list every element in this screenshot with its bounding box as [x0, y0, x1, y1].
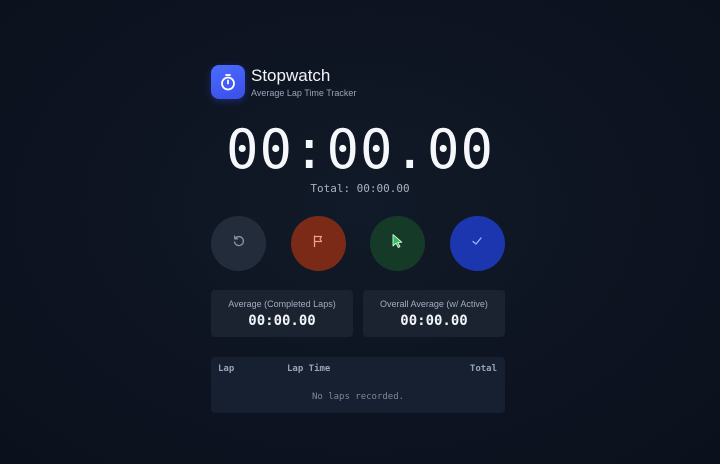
- overall-average-label: Overall Average (w/ Active): [380, 299, 488, 309]
- overall-average-value: 00:00.00: [400, 313, 468, 329]
- start-button[interactable]: [370, 216, 425, 271]
- app-header: Stopwatch Average Lap Time Tracker: [211, 65, 356, 99]
- play-cursor-icon: [390, 233, 406, 254]
- stopwatch-app: Stopwatch Average Lap Time Tracker 00:00…: [0, 0, 720, 464]
- column-lap: Lap: [218, 364, 235, 374]
- app-subtitle: Average Lap Time Tracker: [251, 88, 357, 98]
- timer-display: 00:00.00: [225, 118, 495, 181]
- done-button[interactable]: [449, 216, 505, 271]
- reset-button[interactable]: [211, 216, 266, 271]
- flag-icon: [311, 234, 325, 253]
- check-icon: [470, 234, 484, 253]
- average-completed-card: Average (Completed Laps) 00:00.00: [211, 290, 353, 337]
- total-time: Total: 00:00.00: [310, 182, 410, 195]
- lap-button[interactable]: [290, 216, 346, 271]
- app-title: Stopwatch: [251, 66, 331, 85]
- control-buttons: [211, 216, 505, 271]
- average-completed-label: Average (Completed Laps): [228, 299, 336, 309]
- overall-average-card: Overall Average (w/ Active) 00:00.00: [363, 290, 505, 337]
- laps-table: Lap Lap Time Total No laps recorded.: [211, 357, 505, 413]
- column-lap-time: Lap Time: [287, 364, 331, 374]
- reset-icon: [232, 234, 246, 253]
- stats-panel: Average (Completed Laps) 00:00.00 Overal…: [211, 290, 505, 337]
- column-total: Total: [469, 364, 497, 374]
- laps-empty-message: No laps recorded.: [311, 392, 405, 402]
- average-completed-value: 00:00.00: [248, 313, 316, 329]
- laps-table-header: Lap Lap Time Total: [211, 357, 505, 379]
- stopwatch-icon: [211, 65, 245, 99]
